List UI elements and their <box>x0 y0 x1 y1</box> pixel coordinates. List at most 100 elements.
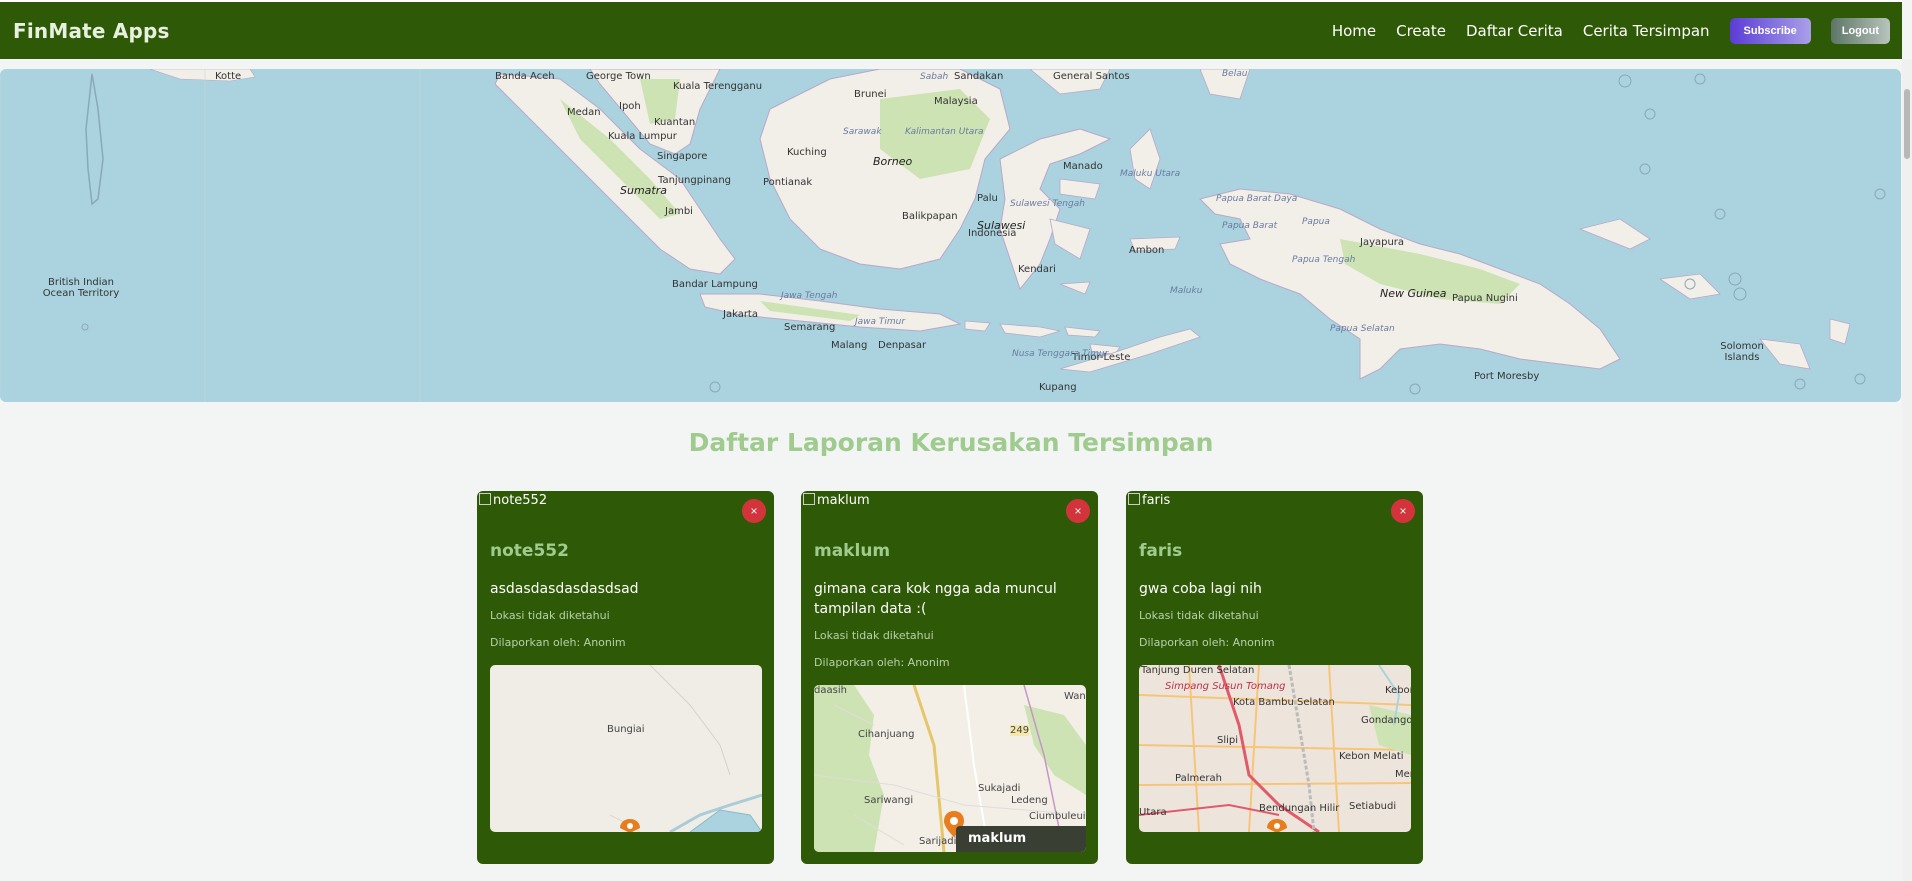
map-label: Ciumbuleuit <box>1029 811 1086 822</box>
nav-home-link[interactable]: Home <box>1332 22 1376 40</box>
map-label: Kota Bambu Selatan <box>1233 697 1335 708</box>
map-label: Kebon <box>1385 685 1411 696</box>
stories-overview-map[interactable]: Kotte Banda Aceh George Town Kuala Teren… <box>0 69 1901 402</box>
map-tiles <box>0 69 1886 402</box>
map-label: Palmerah <box>1175 773 1222 784</box>
map-label: Sulawesi <box>977 219 1026 232</box>
report-title: faris <box>1139 541 1183 561</box>
map-label: Bungiai <box>607 724 645 735</box>
map-label: Ledeng <box>1011 795 1048 806</box>
map-label: Jambi <box>665 206 693 217</box>
map-label: Kalimantan Utara <box>905 127 984 137</box>
map-label: Kendari <box>1018 264 1056 275</box>
page-title: Daftar Laporan Kerusakan Tersimpan <box>688 428 1214 457</box>
map-label: Ambon <box>1129 245 1165 256</box>
map-label: Pontianak <box>763 177 813 188</box>
report-location-map[interactable]: Tanjung Duren Selatan Simpang Susun Toma… <box>1139 665 1411 832</box>
map-label: Gondangdia <box>1361 715 1411 726</box>
report-location: Lokasi tidak diketahui <box>1139 609 1259 622</box>
map-label: Malang <box>831 340 868 351</box>
report-reporter: Dilaporkan oleh: Anonim <box>1139 636 1275 649</box>
location-marker-icon[interactable] <box>620 819 640 832</box>
map-label: British Indian Ocean Territory <box>42 277 120 299</box>
brand-title[interactable]: FinMate Apps <box>13 19 170 43</box>
map-label: Borneo <box>873 155 913 168</box>
map-label: Kuala Terengganu <box>673 81 763 92</box>
map-label: Bandar Lampung <box>672 279 758 290</box>
nav-daftar-cerita-link[interactable]: Daftar Cerita <box>1466 22 1563 40</box>
map-label: Cihanjuang <box>858 729 915 740</box>
map-label: Tanjungpinang <box>658 175 731 186</box>
saved-report-card: note552 × note552 asdasdasdasdasdsad Lok… <box>477 491 774 864</box>
page-scrollbar[interactable] <box>1902 59 1912 881</box>
report-location: Lokasi tidak diketahui <box>490 609 610 622</box>
map-label: Ipoh <box>619 101 641 112</box>
scrollbar-thumb[interactable] <box>1904 89 1910 159</box>
logout-button[interactable]: Logout <box>1830 17 1890 44</box>
map-label: Sumatra <box>620 184 667 197</box>
map-label: Kebon Melati <box>1339 751 1404 762</box>
map-label: Sandakan <box>954 71 1004 82</box>
map-label: Denpasar <box>878 340 927 351</box>
map-tiles <box>609 665 762 832</box>
map-label: Jawa Tengah <box>781 291 838 301</box>
map-label: Men <box>1395 769 1411 780</box>
report-reporter: Dilaporkan oleh: Anonim <box>814 656 950 669</box>
map-label: Malaysia <box>934 96 978 107</box>
report-image: note552 <box>479 493 547 508</box>
map-label: Utara <box>1139 807 1167 818</box>
map-label: Simpang Susun Tomang <box>1165 681 1286 692</box>
map-label: Belau <box>1222 69 1248 79</box>
map-label: Brunei <box>854 89 887 100</box>
map-popup: maklum <box>956 826 1086 852</box>
nav-cerita-tersimpan-link[interactable]: Cerita Tersimpan <box>1583 22 1710 40</box>
report-location-map[interactable]: daasih Cihanjuang Sariwangi Sukajadi Led… <box>814 685 1086 852</box>
saved-report-card: maklum × maklum gimana cara kok ngga ada… <box>801 491 1098 864</box>
report-location-map[interactable]: Bungiai <box>490 665 762 832</box>
map-label: Papua Nugini <box>1452 293 1518 304</box>
map-label: Kuala Lumpur <box>608 131 677 142</box>
map-label: Port Moresby <box>1474 371 1540 382</box>
report-image: maklum <box>803 493 870 508</box>
map-label: Papua Selatan <box>1330 324 1395 334</box>
map-label: Slipi <box>1217 735 1239 746</box>
report-description: asdasdasdasdasdsad <box>490 581 639 597</box>
map-label: Palu <box>977 193 998 204</box>
map-label: Maluku Utara <box>1120 169 1181 179</box>
map-label: Papua Tengah <box>1292 255 1356 265</box>
subscribe-button[interactable]: Subscribe <box>1729 17 1811 44</box>
map-label: Banda Aceh <box>495 71 555 82</box>
map-label: Wang <box>1064 691 1086 702</box>
map-label: Balikpapan <box>902 211 958 222</box>
report-title: note552 <box>490 541 569 561</box>
nav-links: Home Create Daftar Cerita Cerita Tersimp… <box>1312 17 1890 44</box>
map-label: Manado <box>1063 161 1103 172</box>
nav-create-link[interactable]: Create <box>1396 22 1446 40</box>
map-label: Papua Barat Daya <box>1216 194 1298 204</box>
map-label: Kuantan <box>654 117 696 128</box>
report-description: gwa coba lagi nih <box>1139 581 1262 597</box>
location-marker-icon[interactable] <box>1267 819 1287 832</box>
map-label: Tanjung Duren Selatan <box>1141 665 1255 676</box>
map-label: Singapore <box>657 151 708 162</box>
map-label: George Town <box>586 71 651 82</box>
map-label: Kotte <box>215 71 242 82</box>
report-location: Lokasi tidak diketahui <box>814 629 934 642</box>
map-label: Maluku <box>1170 286 1203 296</box>
map-label: Jayapura <box>1360 237 1405 248</box>
delete-report-button[interactable]: × <box>1391 499 1415 523</box>
delete-report-button[interactable]: × <box>742 499 766 523</box>
map-label: Jawa Timur <box>855 317 906 327</box>
map-label: Sabah <box>920 72 949 82</box>
map-label: Sukajadi <box>978 783 1021 794</box>
map-label: Sarijadi <box>919 836 957 847</box>
map-label: Sulawesi Tengah <box>1010 199 1085 209</box>
map-label: Kuching <box>787 147 827 158</box>
map-label: Sariwangi <box>864 795 914 806</box>
report-image: faris <box>1128 493 1170 508</box>
map-label: Setiabudi <box>1349 801 1397 812</box>
map-label: Medan <box>567 107 601 118</box>
map-label: Semarang <box>784 322 836 333</box>
top-navbar: FinMate Apps Home Create Daftar Cerita C… <box>0 0 1902 59</box>
delete-report-button[interactable]: × <box>1066 499 1090 523</box>
